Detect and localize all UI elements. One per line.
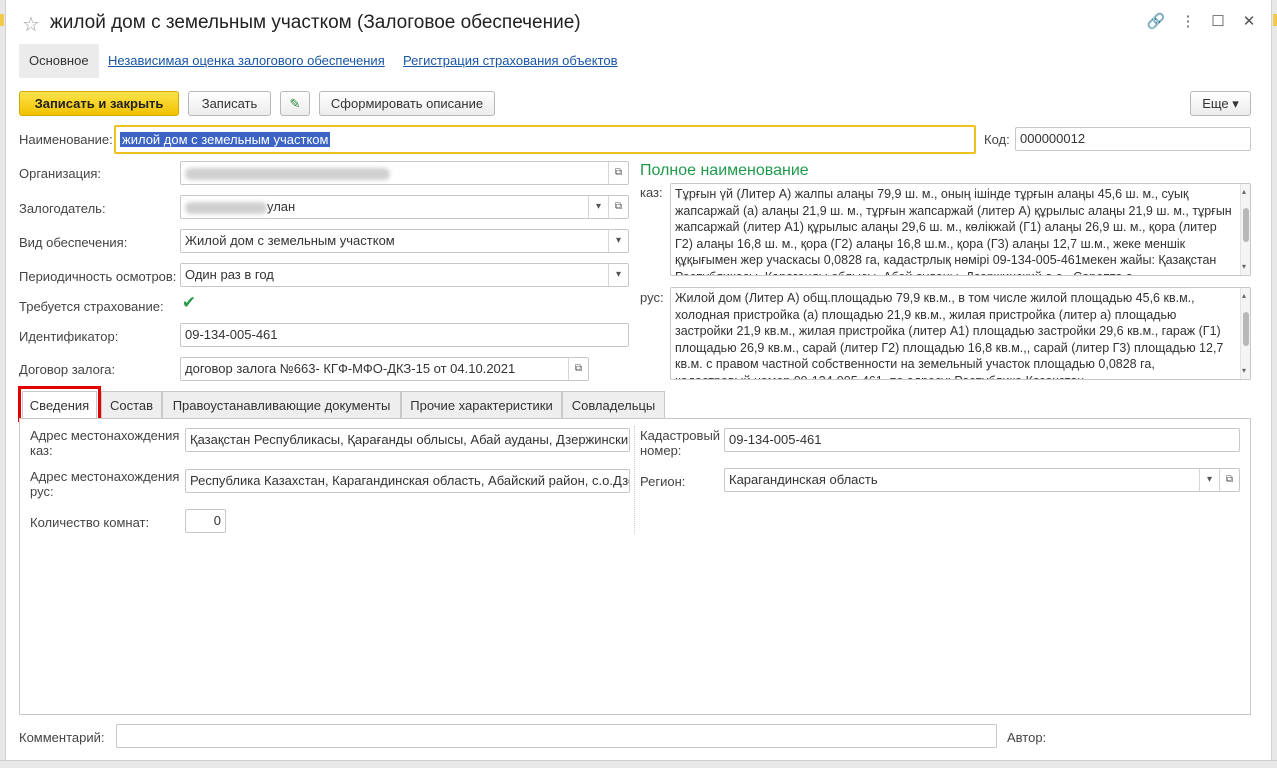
- tab-composition[interactable]: Состав: [101, 391, 162, 419]
- address-rus-input[interactable]: Республика Казахстан, Карагандинская обл…: [185, 469, 630, 493]
- background-strip-left: [0, 14, 4, 26]
- pledger-label: Залогодатель:: [19, 201, 106, 216]
- window-frame-right: [1271, 0, 1277, 768]
- address-kaz-label: Адрес местонахождения каз:: [30, 428, 180, 458]
- region-dropdown-icon[interactable]: ▾: [1199, 469, 1219, 491]
- address-rus-label: Адрес местонахождения рус:: [30, 469, 180, 499]
- pledger-dropdown-icon[interactable]: ▾: [588, 196, 608, 218]
- region-label: Регион:: [640, 474, 686, 489]
- comment-input[interactable]: [116, 724, 997, 748]
- name-input-selected-text: жилой дом с земельным участком: [120, 132, 331, 147]
- rooms-count-label: Количество комнат:: [30, 515, 150, 530]
- background-strip-right: [1273, 14, 1277, 26]
- pledge-contract-open-icon[interactable]: ⧉: [568, 358, 588, 380]
- window-title: жилой дом с земельным участком (Залогово…: [50, 12, 581, 33]
- full-name-rus-label: рус:: [640, 290, 664, 305]
- insurance-required-label: Требуется страхование:: [19, 299, 164, 314]
- pledge-contract-label: Договор залога:: [19, 362, 116, 377]
- generate-description-button[interactable]: Сформировать описание: [319, 91, 495, 116]
- name-input[interactable]: жилой дом с земельным участком: [114, 125, 976, 154]
- identifier-label: Идентификатор:: [19, 329, 119, 344]
- pledger-value: улан: [267, 199, 296, 214]
- collateral-type-dropdown-icon[interactable]: ▾: [608, 230, 628, 252]
- tab-co-owners[interactable]: Совладельцы: [562, 391, 665, 419]
- pledge-contract-input[interactable]: договор залога №663- КГФ-МФО-ДКЗ-15 от 0…: [180, 357, 589, 381]
- pledger-open-icon[interactable]: ⧉: [608, 196, 628, 218]
- inspection-period-select[interactable]: Один раз в год ▾: [180, 263, 629, 287]
- scroll-up-icon[interactable]: ▴: [1242, 184, 1246, 201]
- author-label: Автор:: [1007, 730, 1047, 745]
- more-button[interactable]: Еще ▾: [1190, 91, 1251, 116]
- region-select[interactable]: Карагандинская область ▾ ⧉: [724, 468, 1240, 492]
- identifier-input[interactable]: 09-134-005-461: [180, 323, 629, 347]
- code-label: Код:: [984, 132, 1010, 147]
- rooms-count-input[interactable]: 0: [185, 509, 226, 533]
- save-button[interactable]: Записать: [188, 91, 271, 116]
- tab-title-documents[interactable]: Правоустанавливающие документы: [162, 391, 401, 419]
- organization-label: Организация:: [19, 166, 102, 181]
- window-frame-left: [0, 0, 6, 768]
- cadastre-number-label: Кадастровый номер:: [640, 428, 721, 458]
- full-name-rus-textarea[interactable]: Жилой дом (Литер А) общ.площадью 79,9 кв…: [670, 287, 1251, 380]
- inspection-period-value: Один раз в год: [185, 267, 274, 282]
- code-input[interactable]: 000000012: [1015, 127, 1251, 151]
- maximize-icon[interactable]: ☐: [1208, 12, 1228, 30]
- highlight-frame: [18, 386, 101, 422]
- favorite-star-icon[interactable]: ☆: [22, 12, 40, 37]
- nav-main[interactable]: Основное: [19, 44, 99, 78]
- pledger-value-redacted: [185, 201, 267, 214]
- comment-label: Комментарий:: [19, 730, 105, 745]
- organization-open-icon[interactable]: ⧉: [608, 162, 628, 184]
- pledger-input[interactable]: улан ▾ ⧉: [180, 195, 629, 219]
- full-name-title: Полное наименование: [640, 162, 809, 179]
- full-name-rus-scrollbar[interactable]: ▴ ▾: [1240, 288, 1250, 379]
- inspection-period-dropdown-icon[interactable]: ▾: [608, 264, 628, 286]
- scroll-thumb[interactable]: [1243, 208, 1249, 242]
- nav-insurance-link[interactable]: Регистрация страхования объектов: [403, 44, 618, 78]
- collateral-type-value: Жилой дом с земельным участком: [185, 233, 395, 248]
- full-name-kaz-text: Тұрғын үй (Литер А) жалпы алаңы 79,9 ш. …: [675, 187, 1232, 275]
- full-name-kaz-label: каз:: [640, 185, 663, 200]
- window-frame-bottom: [0, 760, 1277, 768]
- scroll-down-icon[interactable]: ▾: [1242, 259, 1246, 276]
- scroll-down-icon[interactable]: ▾: [1242, 363, 1246, 380]
- pledge-contract-value: договор залога №663- КГФ-МФО-ДКЗ-15 от 0…: [185, 361, 516, 376]
- address-kaz-input[interactable]: Қазақстан Республикасы, Қарағанды облысы…: [185, 428, 630, 452]
- region-open-icon[interactable]: ⧉: [1219, 469, 1239, 491]
- link-icon[interactable]: 🔗: [1146, 12, 1166, 30]
- organization-input[interactable]: ⧉: [180, 161, 629, 185]
- cadastre-number-input[interactable]: 09-134-005-461: [724, 428, 1240, 452]
- tab-panel-details: [19, 418, 1251, 715]
- nav-appraisal-link[interactable]: Независимая оценка залогового обеспечени…: [108, 44, 385, 78]
- inspection-period-label: Периодичность осмотров:: [19, 269, 177, 284]
- organization-value-redacted: [185, 167, 390, 180]
- close-icon[interactable]: ✕: [1239, 12, 1259, 30]
- full-name-kaz-scrollbar[interactable]: ▴ ▾: [1240, 184, 1250, 275]
- save-and-close-button[interactable]: Записать и закрыть: [19, 91, 179, 116]
- panel-divider: [634, 426, 635, 534]
- region-value: Карагандинская область: [729, 472, 878, 487]
- tab-other-characteristics[interactable]: Прочие характеристики: [401, 391, 562, 419]
- more-actions-icon[interactable]: ⋮: [1178, 12, 1198, 30]
- scroll-thumb[interactable]: [1243, 312, 1249, 346]
- insurance-required-checkbox[interactable]: ✔: [180, 294, 198, 312]
- full-name-rus-text: Жилой дом (Литер А) общ.площадью 79,9 кв…: [675, 291, 1224, 379]
- collateral-type-select[interactable]: Жилой дом с земельным участком ▾: [180, 229, 629, 253]
- collateral-type-label: Вид обеспечения:: [19, 235, 128, 250]
- full-name-kaz-textarea[interactable]: Тұрғын үй (Литер А) жалпы алаңы 79,9 ш. …: [670, 183, 1251, 276]
- edit-icon[interactable]: ✎: [280, 91, 310, 116]
- name-label: Наименование:: [19, 132, 113, 147]
- scroll-up-icon[interactable]: ▴: [1242, 288, 1246, 305]
